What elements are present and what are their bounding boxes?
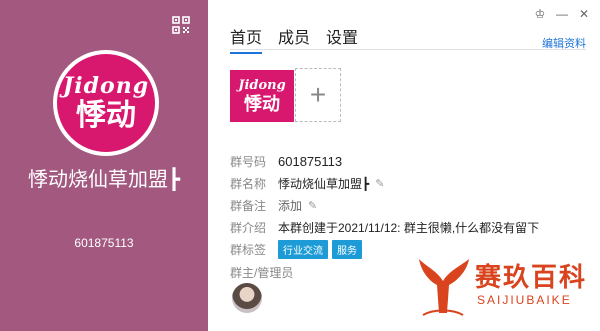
logo-latin-text: Jidong <box>62 73 150 99</box>
edit-profile-link[interactable]: 编辑资料 <box>542 35 586 51</box>
edit-pencil-icon[interactable]: ✎ <box>375 177 384 190</box>
group-avatar[interactable]: Jidong 悸动 <box>53 50 159 156</box>
watermark-text: 赛玖百科 <box>475 262 588 292</box>
qr-code-icon[interactable] <box>172 16 190 34</box>
close-button[interactable]: ✕ <box>576 6 592 22</box>
admin-avatar[interactable] <box>232 283 262 313</box>
number-label: 群号码 <box>230 154 267 169</box>
tag-service[interactable]: 服务 <box>332 239 362 259</box>
minimize-button[interactable]: — <box>554 6 570 22</box>
whale-tail-logo-icon <box>419 259 469 316</box>
edit-pencil-icon[interactable]: ✎ <box>308 199 317 212</box>
group-photo[interactable]: Jidong 悸动 <box>230 70 294 122</box>
watermark: 赛玖百科 SAIJIUBAIKE <box>413 253 593 323</box>
group-name-title: 悸动烧仙草加盟┣ <box>27 169 181 191</box>
group-logo: Jidong 悸动 <box>57 54 155 152</box>
intro-label: 群介绍 <box>230 220 267 235</box>
plus-icon: + <box>309 79 327 110</box>
photo-logo-latin: Jidong <box>238 78 286 93</box>
remark-label: 群备注 <box>230 198 267 213</box>
remark-add-link[interactable]: 添加 <box>278 197 302 214</box>
group-number: 601875113 <box>74 236 134 250</box>
intro-value: 本群创建于2021/11/12: 群主很懒,什么都没有留下 <box>278 220 540 235</box>
add-photo-button[interactable]: + <box>295 68 341 122</box>
group-profile-panel: Jidong 悸动 悸动烧仙草加盟┣ 601875113 <box>0 0 208 331</box>
name-value[interactable]: 悸动烧仙草加盟┣ <box>278 175 369 192</box>
number-value[interactable]: 601875113 <box>278 154 342 169</box>
info-row-intro: 群介绍 本群创建于2021/11/12: 群主很懒,什么都没有留下 <box>230 216 539 238</box>
info-row-name: 群名称 悸动烧仙草加盟┣ ✎ <box>230 172 539 194</box>
info-row-number: 群号码 601875113 <box>230 150 539 172</box>
info-row-remark: 群备注 添加 ✎ <box>230 194 539 216</box>
skin-icon[interactable]: ♔ <box>532 6 548 22</box>
photo-logo-cn: 悸动 <box>244 94 280 114</box>
group-info: 群号码 601875113 群名称 悸动烧仙草加盟┣ ✎ 群备注 添加 ✎ 群介… <box>230 150 539 260</box>
watermark-subtext: SAIJIUBAIKE <box>477 293 572 307</box>
tags-label: 群标签 <box>230 242 267 257</box>
name-label: 群名称 <box>230 176 267 191</box>
tab-divider <box>230 49 586 50</box>
admins-label: 群主/管理员 <box>230 266 294 280</box>
tag-industry[interactable]: 行业交流 <box>278 239 328 259</box>
logo-cn-text: 悸动 <box>76 99 136 132</box>
